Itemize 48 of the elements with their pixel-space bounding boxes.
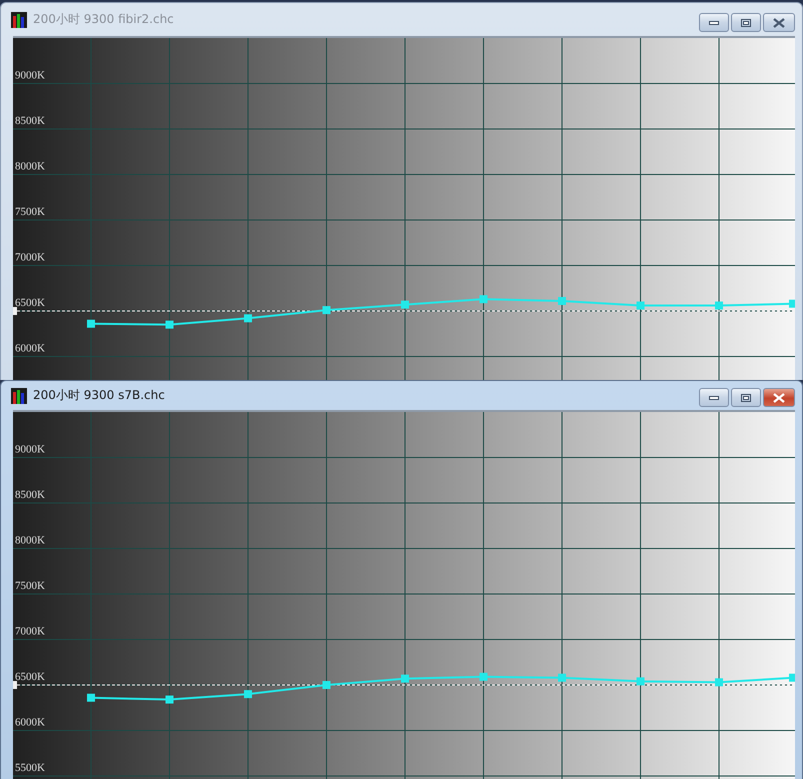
close-icon (773, 18, 785, 28)
data-point (87, 694, 95, 702)
axis-label: 8500K (15, 115, 45, 127)
data-point (322, 681, 330, 689)
axis-label: 7000K (15, 626, 45, 638)
minimize-icon (709, 20, 719, 24)
data-point (166, 320, 174, 329)
maximize-icon (741, 394, 751, 402)
window-title: 200小时 9300 s7B.chc (33, 387, 166, 404)
axis-label: 8000K (15, 160, 45, 172)
data-point (558, 674, 566, 682)
axis-label: 6000K (15, 716, 45, 728)
minimize-icon (709, 396, 719, 400)
maximize-icon (741, 18, 751, 26)
data-point (636, 302, 644, 310)
data-point (166, 696, 174, 704)
bar-chart-icon (11, 12, 27, 28)
axis-label: 7500K (15, 206, 45, 218)
axis-label: 6500K (15, 297, 45, 309)
data-point (401, 300, 409, 309)
close-button[interactable] (763, 13, 795, 32)
axis-label: 9000K (15, 70, 45, 82)
axis-label: 6500K (15, 671, 45, 683)
close-icon (773, 392, 785, 402)
axis-label: 5500K (15, 762, 45, 774)
close-button[interactable] (763, 388, 795, 407)
axis-label: 8000K (15, 534, 45, 546)
axis-label: 9000K (15, 444, 45, 456)
reference-marker (13, 307, 17, 315)
data-point (87, 320, 95, 328)
data-point (480, 295, 488, 304)
maximize-button[interactable] (731, 388, 761, 407)
data-point (789, 300, 795, 308)
axis-label: 8500K (15, 489, 45, 501)
axis-label: 7000K (15, 252, 45, 264)
reference-marker (13, 681, 17, 689)
window-title: 200小时 9300 fibir2.chc (33, 11, 175, 28)
minimize-button[interactable] (699, 388, 729, 407)
data-point (789, 674, 795, 682)
data-point (244, 690, 252, 698)
data-point (322, 306, 330, 314)
maximize-button[interactable] (731, 13, 761, 32)
data-point (401, 674, 409, 683)
minimize-button[interactable] (699, 13, 729, 32)
bar-chart-icon (11, 388, 27, 404)
axis-label: 6000K (15, 342, 45, 354)
axis-label: 7500K (15, 580, 45, 592)
data-point (715, 302, 723, 310)
